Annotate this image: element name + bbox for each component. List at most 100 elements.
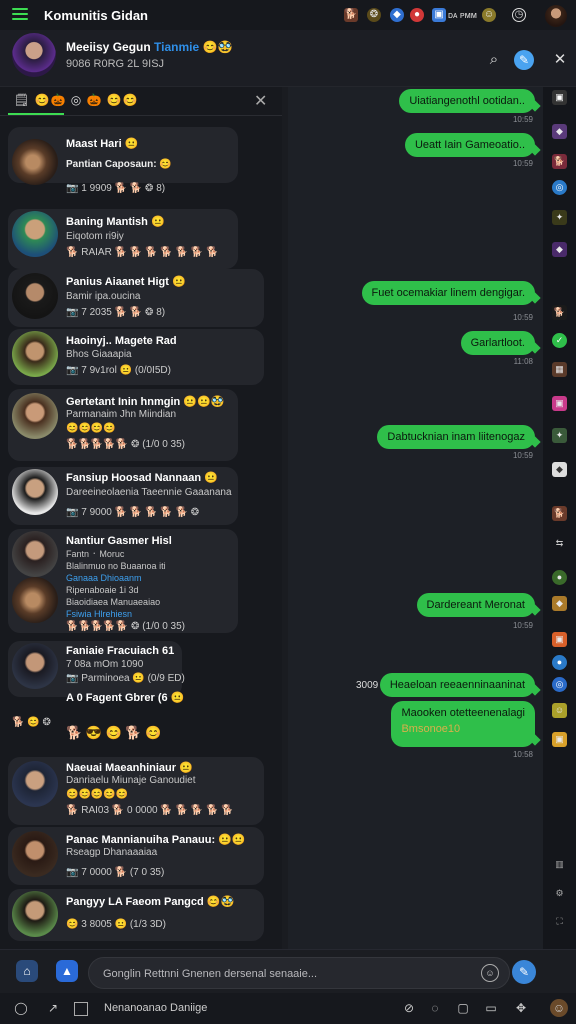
sidebar-app-icon[interactable]: ☺ xyxy=(552,703,567,718)
reaction-row[interactable]: 🐕 😊 ❂ 🐕 😎 😊 🐕 😊 xyxy=(0,715,282,740)
bottom-toolbar: ◯ ↗ Nenanoanao Daniige ⊘ ◌ ▢ ▭ ✥ ☺ xyxy=(0,993,576,1024)
message-time: 10:59 xyxy=(512,115,533,124)
box-icon[interactable]: ▢ xyxy=(454,999,472,1017)
emoji-status-icon[interactable]: ☺ xyxy=(482,8,496,22)
notification-icon[interactable]: ● xyxy=(410,8,424,22)
avatar[interactable] xyxy=(12,331,58,377)
user-icon[interactable]: ☺ xyxy=(550,999,568,1017)
gallery-icon[interactable]: ▣ xyxy=(432,8,446,22)
sidebar-app-icon[interactable]: ◎ xyxy=(552,677,567,692)
reaction-emojis[interactable]: 🐕 😎 😊 🐕 😊 xyxy=(66,725,161,741)
search-icon[interactable]: ⌕ xyxy=(484,50,504,70)
conversation-meta: 📷 Parminoea 😐 (0/9 ED) xyxy=(66,673,185,684)
sidebar-app-icon[interactable]: ▣ xyxy=(552,90,567,105)
reaction-left[interactable]: 🐕 😊 ❂ xyxy=(12,717,51,728)
message-prefix: 3009 xyxy=(356,680,379,691)
message-bubble[interactable]: Uiatiangenothl ootidan.. xyxy=(399,89,535,113)
compose-icon[interactable]: ✎ xyxy=(514,50,534,70)
link-text[interactable]: Fsiwia Hlrehiesn xyxy=(66,609,132,619)
attach-icon[interactable]: ⌂ xyxy=(16,960,38,982)
conversation-row[interactable]: Fansiup Hoosad Nannaan 😐 Dareeineolaenia… xyxy=(0,467,282,525)
close-icon[interactable]: ✕ xyxy=(550,50,570,70)
sidebar-app-icon[interactable]: ✦ xyxy=(552,210,567,225)
sidebar-app-icon[interactable]: ◆ xyxy=(552,462,567,477)
avatar[interactable] xyxy=(12,531,58,577)
avatar[interactable] xyxy=(12,891,58,937)
conversation-meta: 🐕 RAIAR 🐕 🐕 🐕 🐕 🐕 🐕 🐕 xyxy=(66,247,219,258)
sidebar-app-icon[interactable]: ▦ xyxy=(552,362,567,377)
sidebar-app-icon[interactable]: ◆ xyxy=(552,124,567,139)
sidebar-app-icon[interactable]: ▣ xyxy=(552,732,567,747)
sidebar-app-icon[interactable]: ◆ xyxy=(552,596,567,611)
avatar[interactable] xyxy=(12,139,58,185)
filter-tabs: 🗒 😊🎃 ◎ 🎃 😊😊 ✕ xyxy=(0,87,282,116)
avatar[interactable] xyxy=(12,393,58,439)
message-bubble[interactable]: Heaeloan reeaenninaaninat xyxy=(379,673,535,697)
conversation-row[interactable]: Gertetant Inin hnmgin 😐😐🥸 Parmanaim Jhn … xyxy=(0,389,282,461)
profile-avatar[interactable] xyxy=(545,5,567,27)
conversation-row[interactable]: Pangyy LA Faeom Pangcd 😊🥸 😊 3 8005 😐 (1/… xyxy=(0,889,282,941)
expand-icon[interactable]: ⛶ xyxy=(552,914,567,929)
avatar[interactable] xyxy=(12,643,58,689)
share-icon[interactable]: ↗ xyxy=(44,999,62,1017)
settings-icon[interactable]: ⚙ xyxy=(552,886,567,901)
send-button[interactable]: ✎ xyxy=(512,960,536,984)
sidebar-app-icon[interactable]: 🐕 xyxy=(552,154,567,169)
conversation-preview: Eiqotom ri9iy xyxy=(66,231,124,242)
chat-avatar[interactable] xyxy=(12,33,56,77)
clock-icon[interactable]: ◷ xyxy=(512,8,526,22)
speech-icon[interactable]: ◌ xyxy=(426,999,444,1017)
app-icon-2[interactable]: ❂ xyxy=(367,8,381,22)
conversation-name: Maast Hari 😐 xyxy=(66,138,139,150)
avatar[interactable] xyxy=(12,761,58,807)
message-bubble[interactable]: Garlartloot. xyxy=(460,331,535,355)
chat-icon[interactable]: ◯ xyxy=(12,999,30,1017)
sidebar-app-icon[interactable]: 🐕 xyxy=(552,305,567,320)
puzzle-icon[interactable]: ✥ xyxy=(512,999,530,1017)
avatar[interactable] xyxy=(12,831,58,877)
avatar[interactable] xyxy=(12,469,58,515)
message-bubble[interactable]: Dardereant Meronat xyxy=(416,593,535,617)
conversation-row[interactable]: Maast Hari 😐 Pantian Caposaun: 😊 📷 1 990… xyxy=(0,127,282,194)
columns-icon[interactable]: ▥ xyxy=(552,857,567,872)
sidebar-app-icon[interactable]: ◎ xyxy=(552,180,567,195)
avatar[interactable] xyxy=(12,273,58,319)
conversation-row[interactable]: Naeuai Maeanhiniaur 😐 Danriaelu Miunaje … xyxy=(0,757,282,825)
square-icon[interactable] xyxy=(74,1002,88,1016)
chat-pane: Uiatiangenothl ootidan.. 10:59 Ueatt Iai… xyxy=(288,87,543,949)
conversation-row[interactable]: Baning Mantish 😐 Eiqotom ri9iy 🐕 RAIAR 🐕… xyxy=(0,209,282,269)
window-icon[interactable]: ▭ xyxy=(482,999,500,1017)
avatar[interactable] xyxy=(12,211,58,257)
app-icon-1[interactable]: 🐕 xyxy=(344,8,358,22)
conversation-row[interactable]: Nantiur Gasmer Hisl Fantn ᛫ Moruc Blalin… xyxy=(0,529,282,633)
sidebar-app-icon[interactable]: ● xyxy=(552,570,567,585)
message-bubble[interactable]: Ueatt Iain Gameoatio.. xyxy=(404,133,535,157)
conversation-preview: Bamir ipa.oucina xyxy=(66,291,141,302)
sidebar-app-icon[interactable]: ▣ xyxy=(552,396,567,411)
filter-chips[interactable]: 🗒 😊🎃 ◎ 🎃 😊😊 xyxy=(14,93,139,107)
message-input[interactable] xyxy=(101,964,465,984)
message-bubble[interactable]: Fuet ocemakiar linem dengigar. xyxy=(361,281,535,305)
sidebar-app-icon[interactable]: ⇆ xyxy=(552,536,567,551)
media-icon[interactable]: ▲ xyxy=(56,960,78,982)
app-icon-3[interactable]: ◆ xyxy=(390,8,404,22)
sidebar-app-icon[interactable]: 🐕 xyxy=(552,506,567,521)
sidebar-app-icon[interactable]: ✦ xyxy=(552,428,567,443)
sidebar-app-icon[interactable]: ✓ xyxy=(552,333,567,348)
message-bubble-multiline[interactable]: Maooken otetteenenalagi Bmsonoe10 xyxy=(391,701,535,747)
conversation-meta: 🐕🐕🐕🐕🐕 ❂ (1/0 0 35) xyxy=(66,621,185,632)
sidebar-app-icon[interactable]: ● xyxy=(552,655,567,670)
sidebar-app-icon[interactable]: ◆ xyxy=(552,242,567,257)
conversation-row[interactable]: Panac Mannianuiha Panauu: 😐😐 Rseagp Dhan… xyxy=(0,827,282,885)
conversation-meta: 📷 7 2035 🐕 🐕 ❂ 8) xyxy=(66,307,166,318)
avatar-secondary[interactable] xyxy=(12,577,58,623)
emoji-picker-icon[interactable]: ☺ xyxy=(481,964,499,982)
conversation-row[interactable]: Panius Aiaanet Higt 😐 Bamir ipa.oucina 📷… xyxy=(0,269,282,327)
sidebar-app-icon[interactable]: ▣ xyxy=(552,632,567,647)
conversation-row[interactable]: Haoinyj.. Magete Rad Bhos Giaaapia 📷 7 9… xyxy=(0,329,282,385)
message-bubble[interactable]: Dabtucknian inam liitenogaz xyxy=(377,425,535,449)
close-panel-icon[interactable]: ✕ xyxy=(254,91,267,111)
chat-title[interactable]: Meeiisy Gegun Tianmie 😊🥸 xyxy=(66,40,232,54)
compass-icon[interactable]: ⊘ xyxy=(400,999,418,1017)
hamburger-menu-icon[interactable] xyxy=(12,8,28,20)
